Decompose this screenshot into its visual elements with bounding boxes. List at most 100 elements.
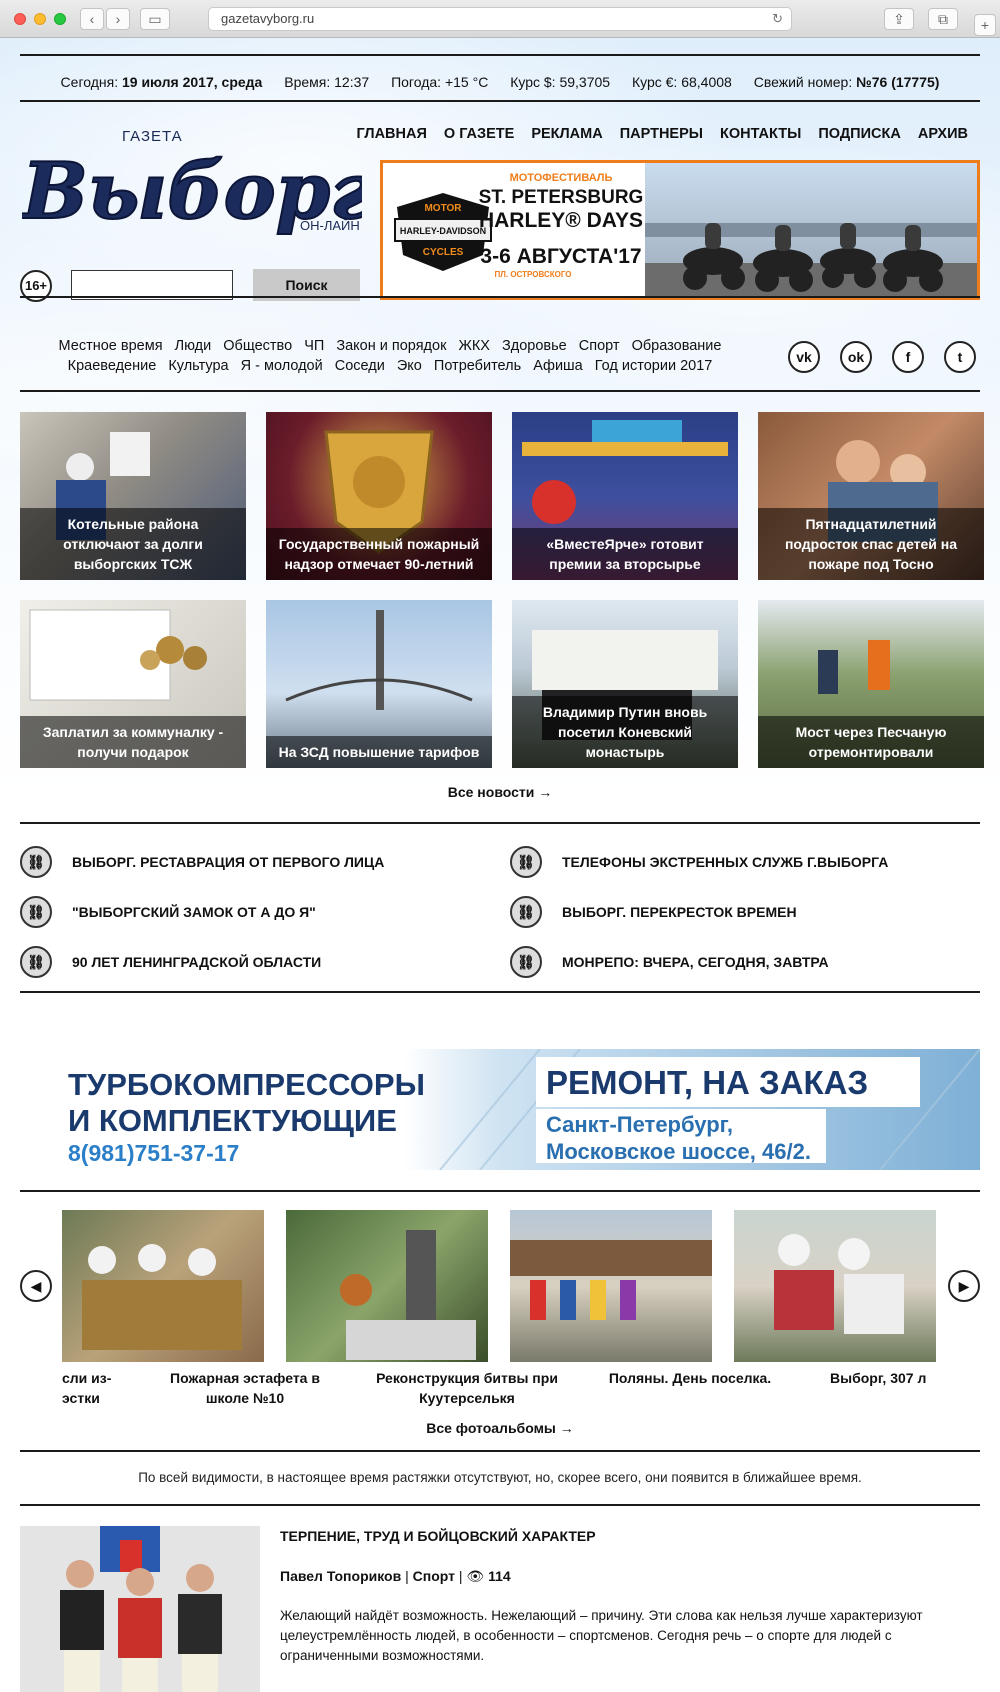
vk-icon[interactable]: vk	[788, 341, 820, 373]
nav-subscription[interactable]: ПОДПИСКА	[818, 126, 900, 142]
sidebar-toggle-button[interactable]: ▭	[140, 8, 170, 30]
album-thumbnail[interactable]	[62, 1210, 264, 1362]
album-title[interactable]: Выборг, 307 л	[830, 1368, 938, 1388]
rubric-society[interactable]: Общество	[223, 338, 292, 354]
rubric-health[interactable]: Здоровье	[502, 338, 567, 354]
news-title: Заплатил за коммуналку - получи подарок	[20, 716, 246, 768]
weather-value: +15 °C	[444, 74, 489, 90]
tabs-button[interactable]: ⧉	[928, 8, 958, 30]
carousel-next-button[interactable]: ▶	[948, 1270, 980, 1302]
article-image[interactable]	[20, 1526, 260, 1692]
news-card[interactable]: На ЗСД повышение тарифов	[266, 600, 492, 768]
article-views: 114	[488, 1568, 511, 1584]
zoom-window-button[interactable]	[54, 13, 66, 25]
news-title: На ЗСД повышение тарифов	[266, 736, 492, 768]
album-image	[774, 1234, 904, 1334]
close-window-button[interactable]	[14, 13, 26, 25]
nav-about[interactable]: О ГАЗЕТЕ	[444, 126, 514, 142]
album-image	[340, 1230, 476, 1360]
minimize-window-button[interactable]	[34, 13, 46, 25]
divider	[20, 296, 980, 298]
logo-bottom-text: ОН-ЛАЙН	[300, 218, 360, 233]
rubric-people[interactable]: Люди	[175, 338, 212, 354]
weather-label: Погода:	[391, 74, 442, 90]
album-image	[82, 1244, 242, 1350]
ad-banner-graphic: ТУРБОКОМПРЕССОРЫ И КОМПЛЕКТУЮЩИЕ 8(981)7…	[20, 1049, 980, 1170]
news-card[interactable]: Мост через Песчаную отремонтировали	[758, 600, 984, 768]
issue-label: Свежий номер:	[753, 74, 853, 90]
news-title: Мост через Песчаную отремонтировали	[758, 716, 984, 768]
nav-home[interactable]: ГЛАВНАЯ	[357, 126, 427, 142]
new-tab-button[interactable]: +	[974, 14, 996, 36]
twitter-icon[interactable]: t	[944, 341, 976, 373]
all-albums-link[interactable]: Все фотоальбомы →	[0, 1420, 1000, 1436]
album-title[interactable]: Поляны. День поселка.	[590, 1368, 790, 1388]
reload-icon[interactable]: ↻	[772, 8, 783, 30]
page: Сегодня: 19 июля 2017, среда Время: 12:3…	[0, 38, 1000, 1692]
rubric-history-year[interactable]: Год истории 2017	[595, 358, 713, 374]
rubric-culture[interactable]: Культура	[168, 358, 228, 374]
special-link-text: ВЫБОРГ. РЕСТАВРАЦИЯ ОТ ПЕРВОГО ЛИЦА	[72, 854, 385, 870]
news-card[interactable]: Пятнадцатилетний подросток спас детей на…	[758, 412, 984, 580]
rubric-housing[interactable]: ЖКХ	[458, 338, 490, 354]
rubric-local-time[interactable]: Местное время	[59, 338, 163, 354]
rubric-events[interactable]: Афиша	[533, 358, 583, 374]
address-bar[interactable]: gazetavyborg.ru ↻	[208, 7, 792, 31]
news-card[interactable]: Владимир Путин вновь посетил Коневский м…	[512, 600, 738, 768]
svg-text:8(981)751-37-17: 8(981)751-37-17	[68, 1140, 239, 1166]
nav-contacts[interactable]: КОНТАКТЫ	[720, 126, 801, 142]
link-icon: ⛓	[510, 946, 542, 978]
usd-value: 59,3705	[559, 74, 611, 90]
facebook-icon[interactable]: f	[892, 341, 924, 373]
album-title[interactable]: Пожарная эстафета в школе №10	[150, 1368, 340, 1408]
svg-text:HARLEY-DAVIDSON: HARLEY-DAVIDSON	[400, 226, 486, 236]
forward-button[interactable]: ›	[106, 8, 130, 30]
divider	[20, 390, 980, 392]
nav-archive[interactable]: АРХИВ	[918, 126, 968, 142]
rubric-education[interactable]: Образование	[632, 338, 722, 354]
nav-partners[interactable]: ПАРТНЕРЫ	[620, 126, 703, 142]
news-card[interactable]: Государственный пожарный надзор отмечает…	[266, 412, 492, 580]
rubric-neighbors[interactable]: Соседи	[335, 358, 385, 374]
rubric-local-history[interactable]: Краеведение	[68, 358, 157, 374]
browser-toolbar: ‹ › ▭ gazetavyborg.ru ↻ ⇪ ⧉ +	[0, 0, 1000, 38]
usd-label: Курс $:	[510, 74, 556, 90]
back-button[interactable]: ‹	[80, 8, 104, 30]
news-card[interactable]: Котельные района отключают за долги выбо…	[20, 412, 246, 580]
album-title[interactable]: сли из- эстки	[62, 1368, 122, 1408]
svg-text:ST. PETERSBURG: ST. PETERSBURG	[479, 187, 644, 208]
harley-days-banner[interactable]: MOTOR HARLEY-DAVIDSON CYCLES МОТОФЕСТИВА…	[380, 160, 980, 300]
carousel-prev-button[interactable]: ◀	[20, 1270, 52, 1302]
issue-link[interactable]: №76 (17775)	[856, 74, 939, 90]
album-thumbnail[interactable]	[286, 1210, 488, 1362]
odnoklassniki-icon[interactable]: ok	[840, 341, 872, 373]
news-card[interactable]: «ВместеЯрче» готовит премии за вторсырье	[512, 412, 738, 580]
svg-text:РЕМОНТ, НА ЗАКАЗ: РЕМОНТ, НА ЗАКАЗ	[546, 1064, 868, 1101]
notice-text: По всей видимости, в настоящее время рас…	[138, 1470, 862, 1485]
rubric-eco[interactable]: Эко	[397, 358, 422, 374]
special-link-text: ТЕЛЕФОНЫ ЭКСТРЕННЫХ СЛУЖБ Г.ВЫБОРГА	[562, 854, 889, 870]
special-link-text: ВЫБОРГ. ПЕРЕКРЕСТОК ВРЕМЕН	[562, 904, 797, 920]
rubric-emergency[interactable]: ЧП	[304, 338, 324, 354]
link-icon: ⛓	[20, 846, 52, 878]
rubric-youth[interactable]: Я - молодой	[241, 358, 323, 374]
share-button[interactable]: ⇪	[884, 8, 914, 30]
all-news-link[interactable]: Все новости →	[0, 784, 1000, 800]
rubric-sport[interactable]: Спорт	[579, 338, 620, 354]
nav-advertising[interactable]: РЕКЛАМА	[531, 126, 602, 142]
url-text: gazetavyborg.ru	[221, 11, 315, 26]
album-thumbnail[interactable]	[734, 1210, 936, 1362]
news-title: Пятнадцатилетний подросток спас детей на…	[758, 508, 984, 580]
album-title[interactable]: Реконструкция битвы при Куутерселькя	[362, 1368, 572, 1408]
rubric-consumer[interactable]: Потребитель	[434, 358, 521, 374]
turbocompressor-ad-banner[interactable]: ТУРБОКОМПРЕССОРЫ И КОМПЛЕКТУЮЩИЕ 8(981)7…	[20, 1049, 980, 1170]
article-author[interactable]: Павел Топориков	[280, 1568, 401, 1584]
eur-label: Курс €:	[631, 74, 678, 90]
site-logo[interactable]: ГАЗЕТА Выборг ОН-ЛАЙН	[22, 118, 362, 253]
album-thumbnail[interactable]	[510, 1210, 712, 1362]
news-card[interactable]: Заплатил за коммуналку - получи подарок	[20, 600, 246, 768]
main-nav: ГЛАВНАЯ О ГАЗЕТЕ РЕКЛАМА ПАРТНЕРЫ КОНТАК…	[344, 126, 968, 142]
article-title[interactable]: ТЕРПЕНИЕ, ТРУД И БОЙЦОВСКИЙ ХАРАКТЕР	[280, 1528, 596, 1544]
rubric-law[interactable]: Закон и порядок	[336, 338, 446, 354]
article-category[interactable]: Спорт	[413, 1568, 455, 1584]
